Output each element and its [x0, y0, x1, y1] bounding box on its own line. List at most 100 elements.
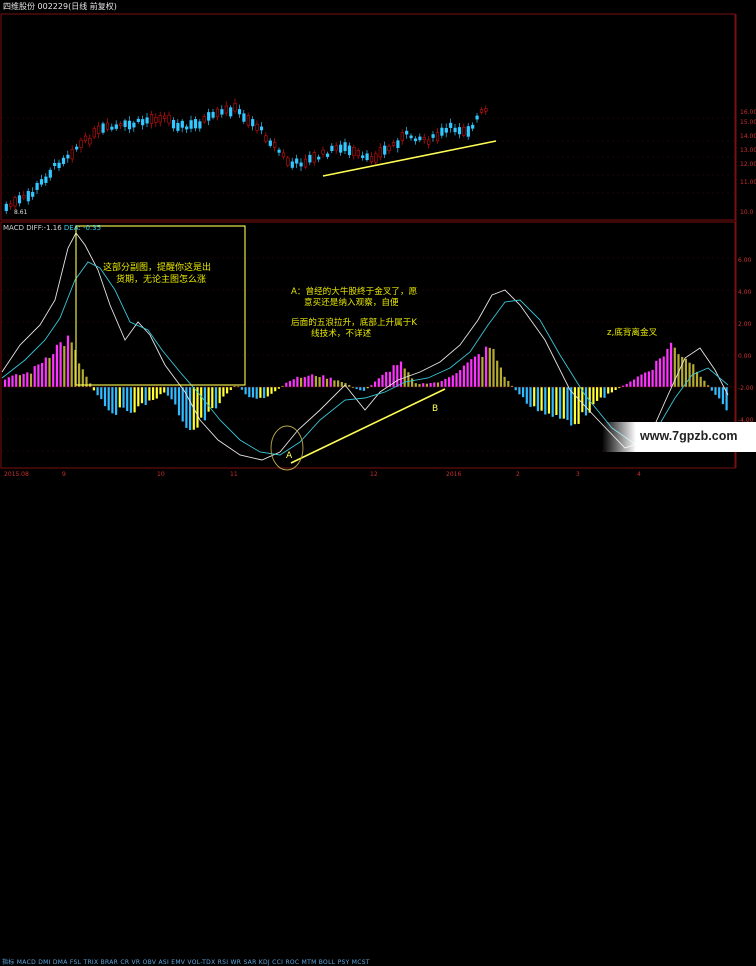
candle-body: [198, 121, 202, 129]
histogram-bar: [625, 383, 628, 387]
histogram-bar: [455, 373, 458, 387]
histogram-bar: [126, 387, 129, 412]
histogram-bar: [647, 371, 650, 387]
date-tick-label: 12: [370, 471, 378, 478]
candle-body: [180, 120, 184, 128]
histogram-bar: [359, 387, 362, 391]
candle-body: [453, 127, 457, 133]
histogram-bar: [492, 348, 495, 387]
histogram-bar: [562, 387, 565, 419]
candle-body: [202, 116, 206, 123]
date-axis: 2015.08 9 10 11 12 2016 2 3 4: [4, 471, 641, 478]
candle-body: [53, 162, 57, 166]
histogram-bar: [63, 346, 66, 387]
candle-body: [273, 142, 277, 148]
candle-body: [31, 191, 35, 197]
histogram-bar: [473, 356, 477, 387]
point-label-b: B: [432, 404, 438, 414]
price-and-macd-chart[interactable]: 16.00 15.00 14.00 13.00 12.00 11.00 10.0 6.00 4…: [0, 0, 756, 487]
histogram-bar: [533, 387, 536, 407]
candle-body: [400, 132, 404, 141]
histogram-bar: [244, 387, 247, 395]
histogram-bar: [318, 377, 321, 387]
histogram-bar: [362, 387, 366, 391]
candle-body: [308, 154, 312, 163]
histogram-bar: [37, 364, 40, 387]
histogram-bar: [288, 380, 292, 387]
histogram-bar: [129, 387, 132, 413]
macd-tick-label: 4.00: [738, 289, 752, 296]
histogram-bar: [462, 365, 465, 387]
candle-body: [334, 145, 338, 151]
histogram-bar: [670, 342, 673, 387]
macd-histogram: [4, 335, 728, 431]
candle-body: [48, 169, 52, 178]
note-a-line1: A：曾经的大牛股终于金叉了，愿: [291, 287, 418, 297]
histogram-bar: [485, 346, 488, 387]
histogram-bar: [559, 387, 562, 419]
macd-axis: 6.004.002.000.00-2.00-4.00: [738, 257, 754, 424]
histogram-bar: [396, 365, 399, 387]
histogram-bar: [174, 387, 177, 405]
histogram-bar: [144, 387, 147, 405]
histogram-bar: [666, 348, 669, 387]
histogram-bar: [325, 378, 329, 387]
date-tick-label: 2: [516, 471, 520, 478]
histogram-bar: [111, 387, 114, 414]
candle-body: [57, 162, 61, 168]
histogram-bar: [633, 379, 636, 387]
candle-body: [215, 108, 220, 118]
histogram-bar: [159, 387, 162, 395]
histogram-bar: [692, 364, 695, 387]
histogram-bar: [200, 387, 203, 418]
histogram-bar: [503, 376, 506, 387]
histogram-bar: [544, 387, 547, 415]
candle-body: [268, 140, 272, 146]
candle-body: [224, 105, 228, 114]
candle-body: [374, 153, 378, 163]
histogram-bar: [240, 387, 243, 390]
histogram-bar: [52, 354, 55, 387]
histogram-bar: [70, 342, 73, 387]
candle-body: [17, 195, 22, 204]
candle-body: [422, 137, 426, 140]
histogram-bar: [644, 372, 647, 387]
histogram-bar: [81, 369, 84, 387]
histogram-bar: [425, 383, 428, 387]
histogram-bar: [33, 366, 36, 387]
histogram-bar: [381, 374, 384, 387]
box-note-line1: 这部分副图，提醒你这是出: [103, 263, 212, 273]
histogram-bar: [218, 387, 221, 404]
histogram-bar: [448, 377, 451, 387]
histogram-bar: [710, 387, 713, 391]
candle-body: [378, 147, 382, 158]
price-axis: 16.00 15.00 14.00 13.00 12.00 11.00 10.0: [740, 109, 756, 216]
histogram-bar: [333, 380, 336, 387]
histogram-bar: [211, 387, 214, 409]
date-tick-label: 2015.08: [4, 471, 29, 478]
histogram-bar: [688, 362, 691, 387]
histogram-bar: [418, 384, 421, 387]
indicator-tabs[interactable]: 指标 MACD DMI DMA FSL TRIX BRAR CR VR OBV …: [2, 957, 370, 966]
histogram-bar: [133, 387, 136, 413]
candle-body: [462, 126, 466, 136]
histogram-bar: [496, 360, 499, 387]
histogram-bar: [303, 377, 306, 387]
histogram-bar: [292, 379, 295, 387]
date-tick-label: 9: [62, 471, 66, 478]
candlesticks: [4, 98, 488, 215]
histogram-bar: [540, 387, 543, 411]
histogram-bar: [536, 387, 539, 412]
date-tick-label: 4: [637, 471, 641, 478]
histogram-bar: [551, 387, 554, 417]
histogram-bar: [607, 387, 610, 394]
price-tick-label: 13.00: [740, 147, 756, 154]
candle-body: [251, 119, 255, 127]
histogram-bar: [170, 387, 173, 400]
indicator-tab-bar[interactable]: 指标 MACD DMI DMA FSL TRIX BRAR CR VR OBV …: [0, 478, 756, 966]
histogram-bar: [470, 359, 473, 387]
histogram-bar: [155, 387, 158, 399]
candle-body: [105, 122, 110, 130]
candle-body: [79, 139, 83, 148]
candle-body: [4, 203, 8, 211]
